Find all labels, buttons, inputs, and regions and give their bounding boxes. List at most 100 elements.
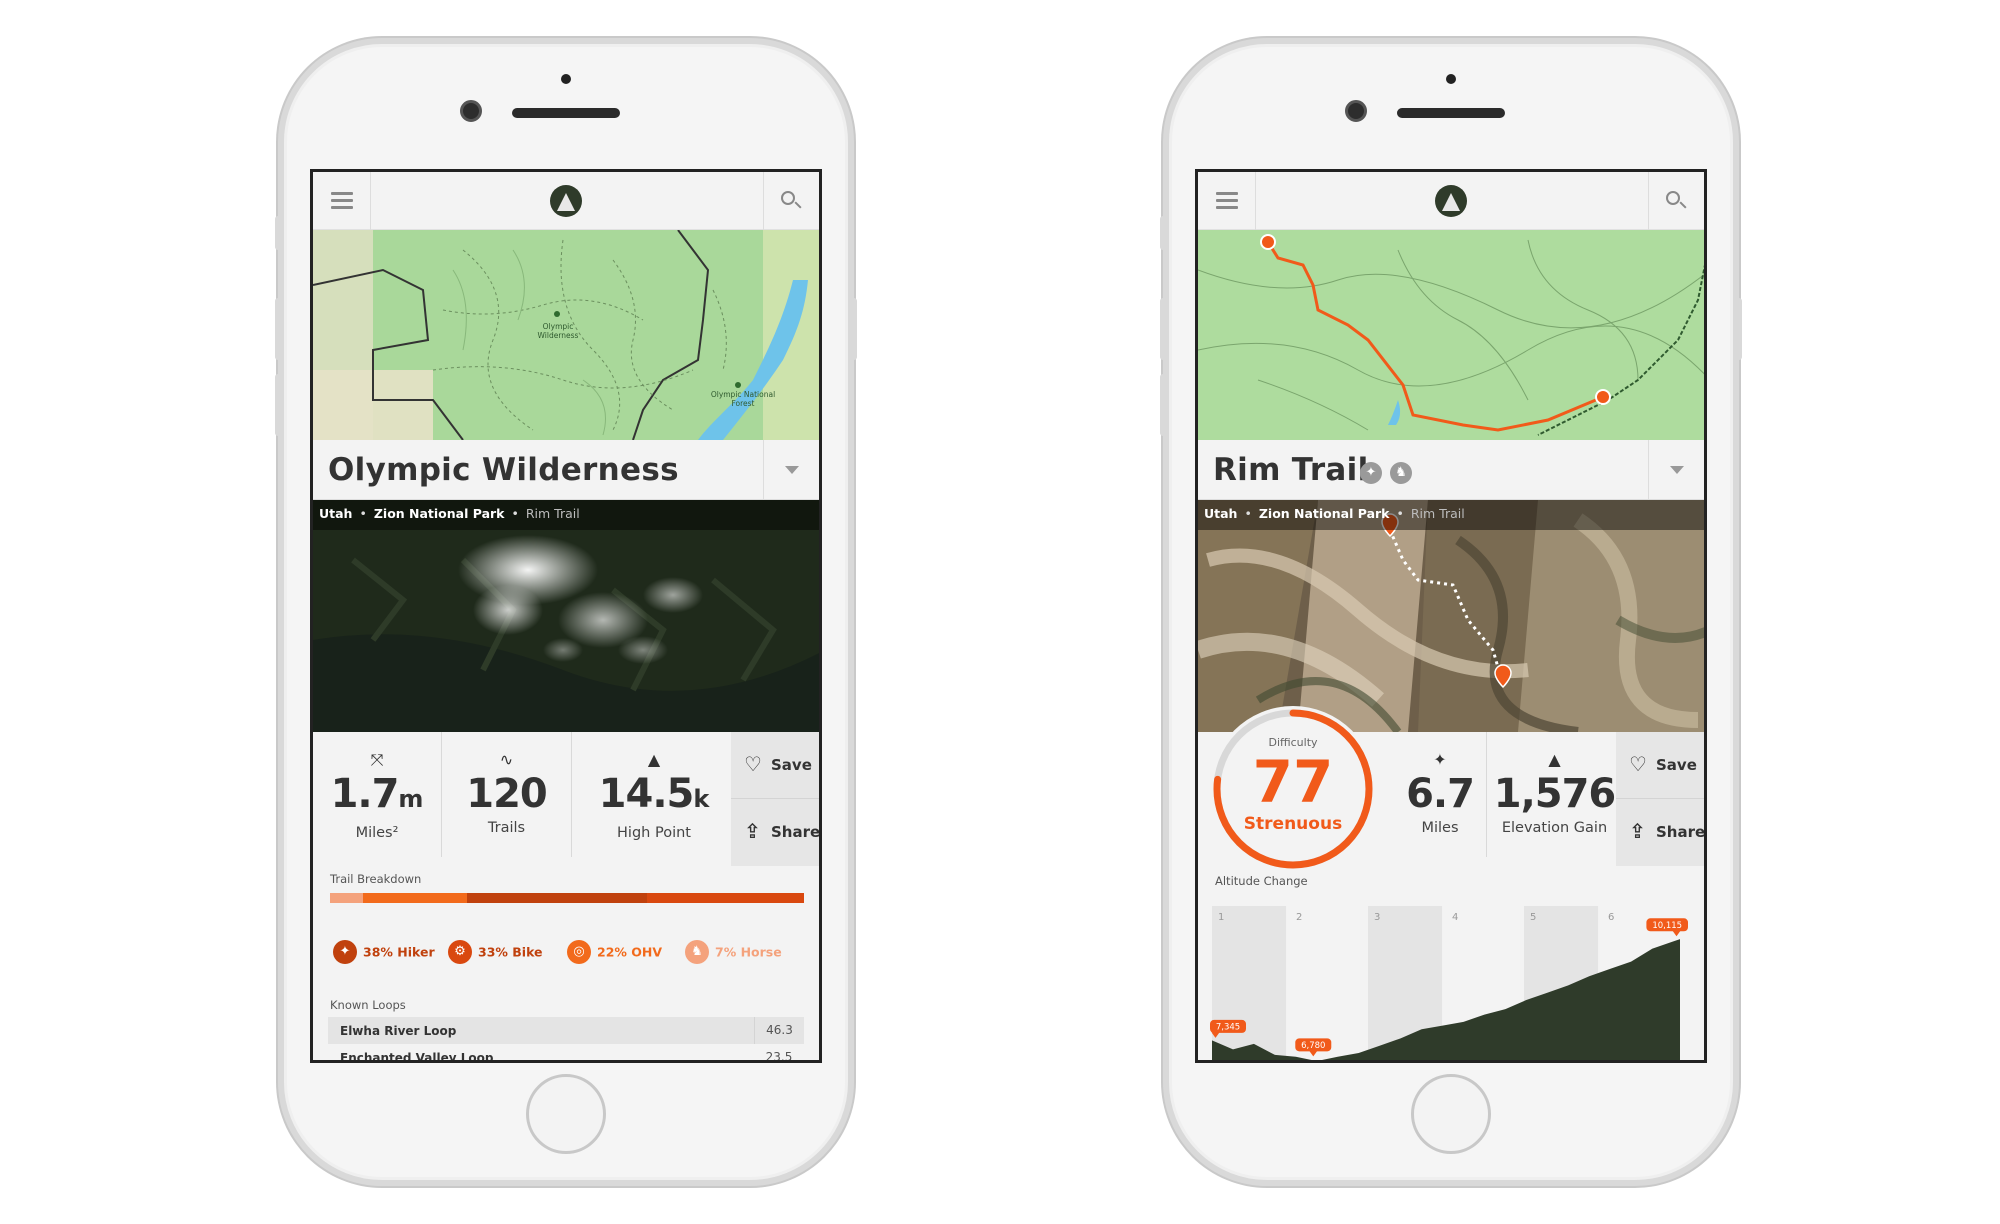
breadcrumb-park[interactable]: Zion National Park xyxy=(374,506,505,521)
front-camera xyxy=(460,100,482,122)
page-title: Olympic Wilderness xyxy=(328,452,679,488)
mountain-logo-icon[interactable] xyxy=(1435,185,1467,217)
altitude-segment-band xyxy=(1212,906,1287,1060)
proximity-sensor xyxy=(1446,74,1456,84)
list-item[interactable]: Elwha River Loop 46.3 xyxy=(328,1017,804,1044)
share-label: Share xyxy=(1656,823,1706,841)
altitude-chart[interactable]: 1 2 3 4 5 6 7,345 6,780 10,115 xyxy=(1210,884,1688,1060)
stat-elevation-value: 1,576 xyxy=(1493,771,1617,817)
satellite-photo[interactable]: Utah • Zion National Park • Rim Trail xyxy=(1198,500,1704,732)
altitude-marker-label: 10,115 xyxy=(1652,921,1682,931)
save-label: Save xyxy=(1656,756,1697,774)
mute-switch xyxy=(275,216,281,250)
breakdown-segment-bike xyxy=(647,893,804,903)
stat-area: ⤧ 1.7m Miles² xyxy=(313,732,441,857)
horse-icon: ♞ xyxy=(685,940,709,964)
title-bar: Rim Trail ✦ ♞ xyxy=(1198,440,1704,500)
satellite-photo[interactable]: Utah • Zion National Park • Rim Trail xyxy=(313,500,819,732)
map-label-forest: Olympic National Forest xyxy=(710,390,776,408)
stat-high-point-value: 14.5 xyxy=(598,771,695,817)
share-label: Share xyxy=(771,823,821,841)
volume-up-button xyxy=(275,298,281,360)
heart-icon: ♡ xyxy=(744,752,762,776)
breakdown-segment-hiker xyxy=(467,893,647,903)
breakdown-segment-ohv xyxy=(363,893,467,903)
share-button[interactable]: ⇪ Share xyxy=(1616,798,1704,864)
breadcrumb-park[interactable]: Zion National Park xyxy=(1259,506,1390,521)
difficulty-gauge[interactable]: Difficulty 77 Strenuous xyxy=(1210,706,1376,872)
known-loops-list: Elwha River Loop 46.3 Enchanted Valley L… xyxy=(328,1017,804,1063)
trail-map[interactable] xyxy=(1198,230,1704,440)
altitude-marker-label: 7,345 xyxy=(1216,1022,1240,1032)
save-button[interactable]: ♡ Save xyxy=(1616,732,1704,798)
loop-distance: 23.5 xyxy=(765,1050,793,1063)
search-icon xyxy=(781,191,795,205)
breadcrumb-state[interactable]: Utah xyxy=(319,506,352,521)
stat-elevation-label: Elevation Gain xyxy=(1501,820,1608,836)
stat-high-point: ▲ 14.5k High Point xyxy=(571,732,736,857)
breadcrumb-current: Rim Trail xyxy=(525,506,580,521)
title-dropdown-button[interactable] xyxy=(763,440,819,500)
altitude-segment-label: 5 xyxy=(1530,912,1536,923)
altitude-marker[interactable]: 6,780 xyxy=(1295,1038,1332,1057)
altitude-segment-label: 6 xyxy=(1608,912,1614,923)
menu-button[interactable] xyxy=(1198,172,1256,230)
legend-hiker[interactable]: ✦ 38% Hiker xyxy=(333,940,435,966)
earpiece-speaker xyxy=(512,108,620,118)
ohv-icon: ◎ xyxy=(567,940,591,964)
share-icon: ⇪ xyxy=(1629,819,1646,843)
app-screen-area: Rim Trail ✦ ♞ Utah • Zion National Park … xyxy=(1195,169,1707,1063)
stat-trails-label: Trails xyxy=(487,820,526,836)
breadcrumb-state[interactable]: Utah xyxy=(1204,506,1237,521)
legend-hiker-label: 38% Hiker xyxy=(363,944,435,960)
volume-up-button xyxy=(1160,298,1166,360)
title-dropdown-button[interactable] xyxy=(1648,440,1704,500)
trail-breakdown-legend: ✦ 38% Hiker ⚙ 33% Bike ◎ 22% OHV ♞ 7% Horse xyxy=(333,940,809,966)
power-button xyxy=(1736,298,1742,360)
legend-bike[interactable]: ⚙ 33% Bike xyxy=(448,940,543,966)
search-button[interactable] xyxy=(1648,172,1704,230)
legend-horse-label: 7% Horse xyxy=(715,944,782,960)
mountain-logo-icon[interactable] xyxy=(550,185,582,217)
home-button[interactable] xyxy=(1411,1074,1491,1154)
share-button[interactable]: ⇪ Share xyxy=(731,798,819,864)
legend-ohv-label: 22% OHV xyxy=(597,944,663,960)
volume-down-button xyxy=(275,374,281,436)
home-button[interactable] xyxy=(526,1074,606,1154)
stat-elevation-gain: ▲ 1,576 Elevation Gain xyxy=(1486,732,1622,857)
altitude-segment-label: 2 xyxy=(1296,912,1302,923)
action-panel: ♡ Save ⇪ Share xyxy=(731,732,819,866)
altitude-marker[interactable]: 10,115 xyxy=(1646,918,1688,937)
loop-distance: 46.3 xyxy=(754,1017,804,1044)
loop-name: Elwha River Loop xyxy=(340,1024,457,1038)
hiker-icon: ✦ xyxy=(1360,462,1382,484)
proximity-sensor xyxy=(561,74,571,84)
list-item[interactable]: Enchanted Valley Loop 23.5 xyxy=(328,1044,804,1063)
top-bar xyxy=(313,172,819,230)
trails-icon: ∿ xyxy=(499,750,514,769)
altitude-segment-label: 1 xyxy=(1218,912,1224,923)
page-title: Rim Trail xyxy=(1213,452,1369,488)
top-bar xyxy=(1198,172,1704,230)
area-map[interactable]: Olympic Wilderness Olympic National Fore… xyxy=(313,230,819,440)
legend-horse[interactable]: ♞ 7% Horse xyxy=(685,940,782,966)
stat-miles-value: 6.7 xyxy=(1406,771,1475,817)
mountain-icon: ▲ xyxy=(647,750,661,769)
breadcrumb-current: Rim Trail xyxy=(1410,506,1465,521)
menu-button[interactable] xyxy=(313,172,371,230)
breadcrumb: Utah • Zion National Park • Rim Trail xyxy=(1198,500,1704,530)
trail-breakdown-bar xyxy=(330,893,804,903)
hiker-icon: ✦ xyxy=(333,940,357,964)
save-button[interactable]: ♡ Save xyxy=(731,732,819,798)
bike-icon: ⚙ xyxy=(448,940,472,964)
phone-frame-left: Olympic Wilderness Olympic National Fore… xyxy=(275,38,857,1186)
search-button[interactable] xyxy=(763,172,819,230)
stat-area-label: Miles² xyxy=(355,825,399,841)
loop-name: Enchanted Valley Loop xyxy=(340,1051,494,1063)
map-label-wilderness: Olympic Wilderness xyxy=(537,322,579,340)
known-loops-heading: Known Loops xyxy=(330,998,406,1012)
stats-panel: ⤧ 1.7m Miles² ∿ 120 Trails ▲ 14.5k High … xyxy=(313,732,819,867)
legend-ohv[interactable]: ◎ 22% OHV xyxy=(567,940,662,966)
stat-miles: ✦ 6.7 Miles xyxy=(1394,732,1486,857)
search-icon xyxy=(1666,191,1680,205)
